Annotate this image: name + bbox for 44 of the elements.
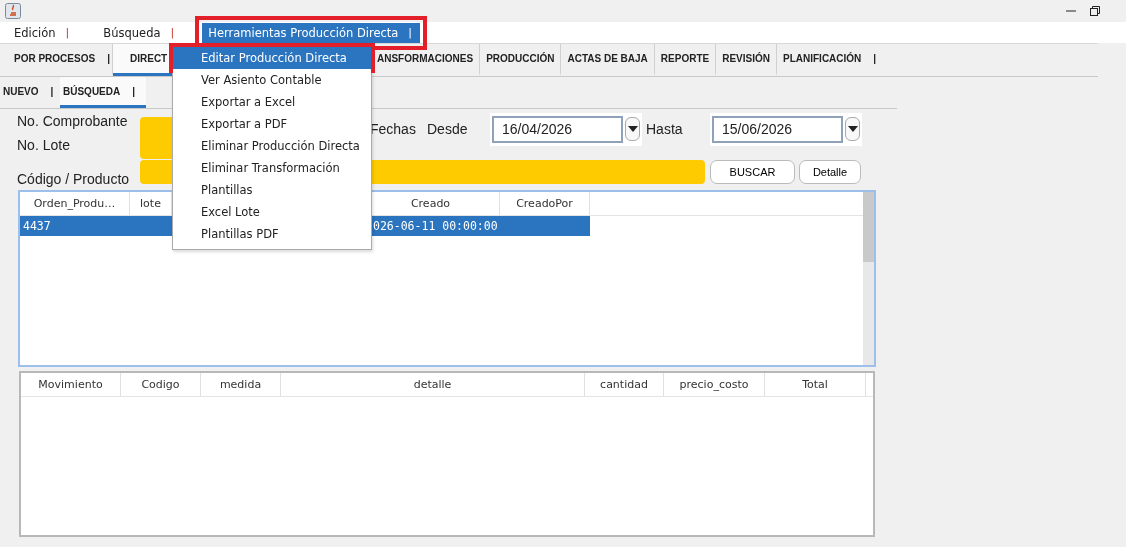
menu-label: Eliminar Producción Directa	[201, 139, 360, 153]
field-label: Hasta	[645, 121, 684, 137]
menu-label: Plantillas	[201, 183, 253, 197]
separator-mark: |	[408, 26, 413, 39]
column-header: CreadoPor	[500, 192, 590, 215]
menu-label: Búsqueda	[103, 25, 161, 40]
field-label: Desde	[427, 121, 469, 137]
table-cell-text: 4437	[22, 219, 52, 233]
tab-label: REVISIÓN	[722, 53, 770, 64]
tab-label: REPORTE	[660, 53, 710, 64]
separator-mark: |	[107, 53, 110, 64]
column-header: Movimiento	[21, 373, 121, 396]
tab-label: PLANIFICACIÓN	[783, 53, 862, 64]
column-header: precio_costo	[664, 373, 765, 396]
separator-mark: |	[50, 85, 54, 97]
menu-label: Eliminar Transformación	[201, 161, 340, 175]
tab-label: BÚSQUEDA	[63, 85, 121, 97]
menu-label: Exportar a Excel	[201, 95, 296, 109]
column-header: cantidad	[585, 373, 664, 396]
tab-label: PRODUCCIÓN	[486, 53, 555, 64]
column-header: detalle	[281, 373, 585, 396]
separator-mark: |	[873, 53, 877, 64]
menu-label: Ver Asiento Contable	[201, 73, 322, 87]
tab-label: NUEVO	[3, 85, 39, 97]
column-header: medida	[201, 373, 281, 396]
table-cell-text: 026-06-11 00:00:00	[372, 219, 499, 233]
column-header: Total	[765, 373, 866, 396]
column-header: Orden_Produ…	[20, 192, 130, 215]
tab-label: POR PROCESOS	[14, 53, 96, 64]
tab-label: ACTAS DE BAJA	[567, 53, 648, 64]
menu-label: Exportar a PDF	[201, 117, 288, 131]
separator-mark: |	[65, 26, 70, 39]
tab-label: DIRECT	[130, 53, 168, 64]
field-label: No. Comprobante	[17, 113, 129, 129]
tab-label: ANSFORMACIONES	[377, 53, 474, 64]
menu-label: Excel Lote	[201, 205, 260, 219]
field-label: No. Lote	[17, 137, 71, 153]
menu-label: Plantillas PDF	[201, 227, 279, 241]
menu-label: Edición	[14, 25, 56, 40]
separator-mark: |	[170, 26, 175, 39]
separator-mark: |	[132, 85, 136, 97]
menu-label: Herramientas Producción Directa	[208, 25, 399, 40]
field-label: Código / Producto	[17, 171, 131, 187]
column-header: Codigo	[121, 373, 201, 396]
